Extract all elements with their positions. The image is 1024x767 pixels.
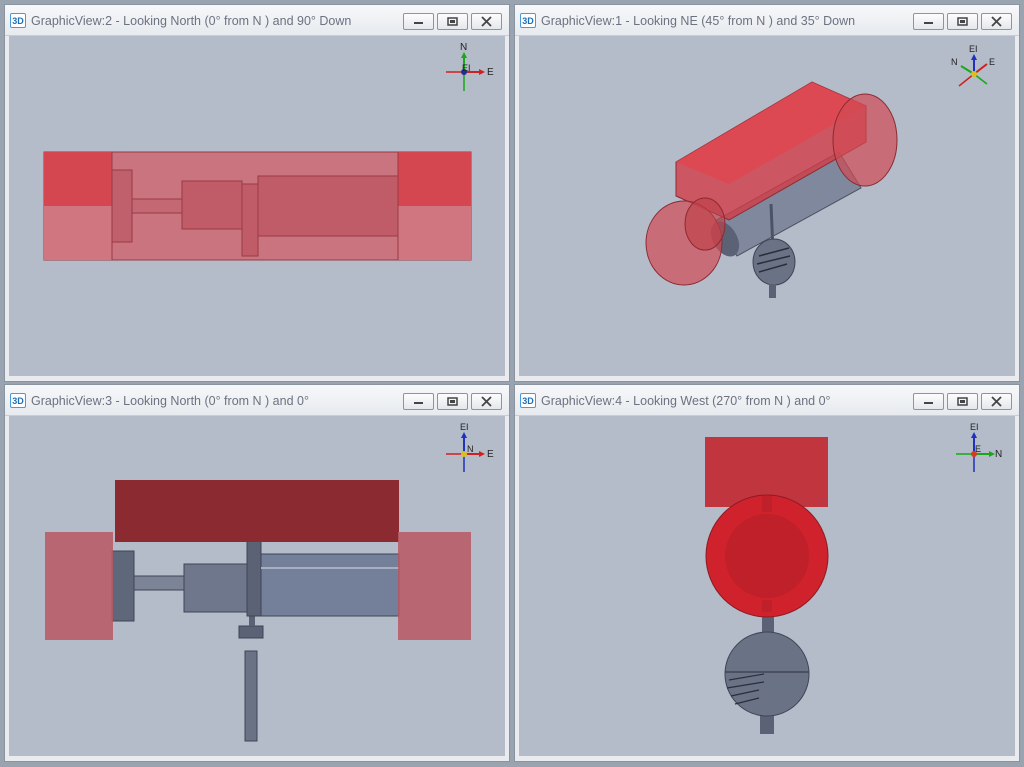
close-icon bbox=[481, 16, 492, 27]
3d-viewport[interactable]: EI E N bbox=[519, 416, 1015, 756]
close-button[interactable] bbox=[981, 13, 1012, 30]
window-title: GraphicView:1 - Looking NE (45° from N )… bbox=[541, 14, 856, 28]
title-bar[interactable]: 3D GraphicView:3 - Looking North (0° fro… bbox=[5, 385, 509, 416]
restore-icon bbox=[957, 17, 968, 26]
3d-app-icon: 3D bbox=[10, 13, 26, 28]
axis-label-ei: EI bbox=[460, 422, 469, 432]
restore-button[interactable] bbox=[437, 13, 468, 30]
front-view-model: EI N E bbox=[45, 422, 494, 742]
axis-label-n: N bbox=[995, 449, 1002, 460]
restore-icon bbox=[957, 397, 968, 406]
close-icon bbox=[481, 396, 492, 407]
title-bar[interactable]: 3D GraphicView:4 - Looking West (270° fr… bbox=[515, 385, 1019, 416]
restore-icon bbox=[447, 397, 458, 406]
title-bar[interactable]: 3D GraphicView:2 - Looking North (0° fro… bbox=[5, 5, 509, 36]
minimize-icon bbox=[414, 402, 423, 404]
graphic-view-1-window: 3D GraphicView:1 - Looking NE (45° from … bbox=[514, 4, 1020, 382]
axis-label-e: E bbox=[487, 67, 494, 78]
close-button[interactable] bbox=[471, 393, 502, 410]
restore-button[interactable] bbox=[947, 393, 978, 410]
side-view-model: EI E N bbox=[705, 422, 1002, 734]
minimize-button[interactable] bbox=[403, 13, 434, 30]
graphic-view-3-window: 3D GraphicView:3 - Looking North (0° fro… bbox=[4, 384, 510, 762]
3d-app-icon: 3D bbox=[520, 393, 536, 408]
minimize-icon bbox=[414, 22, 423, 24]
top-view-model: N EI E bbox=[43, 42, 494, 261]
isometric-view-model: EI N E bbox=[645, 44, 995, 298]
title-bar[interactable]: 3D GraphicView:1 - Looking NE (45° from … bbox=[515, 5, 1019, 36]
close-button[interactable] bbox=[981, 393, 1012, 410]
3d-app-icon: 3D bbox=[10, 393, 26, 408]
axis-label-e: E bbox=[975, 444, 981, 454]
axis-triad-icon: EI N E bbox=[951, 44, 995, 87]
axis-label-e: E bbox=[989, 57, 995, 67]
3d-viewport[interactable]: EI N E bbox=[9, 416, 505, 756]
axis-label-ei: EI bbox=[970, 422, 979, 432]
restore-icon bbox=[447, 17, 458, 26]
3d-viewport[interactable]: EI N E bbox=[519, 36, 1015, 376]
axis-label-ei: EI bbox=[969, 44, 978, 54]
minimize-icon bbox=[924, 22, 933, 24]
axis-label-n: N bbox=[467, 444, 474, 454]
minimize-button[interactable] bbox=[913, 13, 944, 30]
3d-viewport[interactable]: N EI E bbox=[9, 36, 505, 376]
minimize-button[interactable] bbox=[913, 393, 944, 410]
restore-button[interactable] bbox=[947, 13, 978, 30]
graphic-view-2-window: 3D GraphicView:2 - Looking North (0° fro… bbox=[4, 4, 510, 382]
close-icon bbox=[991, 16, 1002, 27]
window-title: GraphicView:3 - Looking North (0° from N… bbox=[31, 394, 309, 408]
minimize-icon bbox=[924, 402, 933, 404]
close-button[interactable] bbox=[471, 13, 502, 30]
axis-label-ei: EI bbox=[462, 63, 471, 73]
restore-button[interactable] bbox=[437, 393, 468, 410]
close-icon bbox=[991, 396, 1002, 407]
axis-triad-icon: N EI E bbox=[446, 42, 494, 91]
axis-label-n: N bbox=[460, 42, 467, 53]
window-title: GraphicView:2 - Looking North (0° from N… bbox=[31, 14, 352, 28]
axis-label-n: N bbox=[951, 57, 958, 67]
axis-label-e: E bbox=[487, 449, 494, 460]
3d-app-icon: 3D bbox=[520, 13, 536, 28]
window-title: GraphicView:4 - Looking West (270° from … bbox=[541, 394, 831, 408]
graphic-view-4-window: 3D GraphicView:4 - Looking West (270° fr… bbox=[514, 384, 1020, 762]
axis-triad-icon: EI E N bbox=[956, 422, 1002, 472]
minimize-button[interactable] bbox=[403, 393, 434, 410]
axis-triad-icon: EI N E bbox=[446, 422, 494, 472]
